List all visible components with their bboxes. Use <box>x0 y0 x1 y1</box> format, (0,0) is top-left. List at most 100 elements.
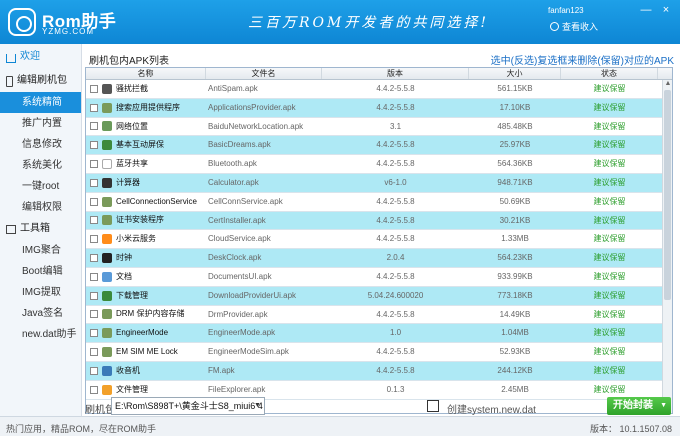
row-checkbox[interactable] <box>90 235 98 244</box>
row-checkbox[interactable] <box>90 385 98 394</box>
table-row[interactable]: 搜索应用提供程序 ApplicationsProvider.apk 4.4.2-5.… <box>86 98 672 118</box>
cell-file: BaiduNetworkLocation.apk <box>208 121 304 131</box>
scroll-thumb[interactable] <box>664 90 671 300</box>
row-checkbox[interactable] <box>90 178 98 187</box>
row-checkbox[interactable] <box>90 122 98 131</box>
table-row[interactable]: 小米云服务 CloudService.apk 4.4.2-5.5.8 1.33MB 建议… <box>86 230 672 250</box>
toolbox-icon <box>6 224 16 234</box>
minimize-button[interactable]: — <box>640 4 652 16</box>
app-name: CellConnectionService <box>116 196 197 206</box>
sidebar: 欢迎 编辑刷机包 系统精简 推广内置 信息修改 系统美化 一键root 编辑权限… <box>0 44 82 416</box>
app-icon <box>102 253 112 264</box>
column-header-name[interactable]: 名称 <box>86 68 206 79</box>
cell-status: 建议保留 <box>593 102 626 112</box>
row-checkbox[interactable] <box>90 291 98 300</box>
cell-version: v6-1.0 <box>384 177 407 187</box>
cell-file: DocumentsUI.apk <box>208 271 272 281</box>
cell-size: 1.33MB <box>501 234 529 244</box>
package-path-select[interactable]: E:\Rom\S898T+\黄金斗士S8_miui6 4 ▼ <box>111 397 265 415</box>
row-checkbox[interactable] <box>90 84 98 93</box>
sidebar-item-info-edit[interactable]: 信息修改 <box>0 134 81 155</box>
cell-version: 4.4.2-5.5.8 <box>376 347 415 357</box>
row-checkbox[interactable] <box>90 197 98 206</box>
table-row[interactable]: EngineerMode EngineerMode.apk 1.0 1.04MB 建议保… <box>86 324 672 344</box>
sidebar-item-promo-builtin[interactable]: 推广内置 <box>0 113 81 134</box>
create-new-dat-checkbox[interactable] <box>427 400 439 412</box>
table-row[interactable]: 收音机 FM.apk 4.4.2-5.5.8 244.12KB 建议保留 <box>86 361 672 381</box>
sidebar-item-root[interactable]: 一键root <box>0 176 81 197</box>
table-row[interactable]: 骚扰拦截 AntiSpam.apk 4.4.2-5.5.8 561.15KB 建议保留 <box>86 80 672 99</box>
table-row[interactable]: 基本互动屏保 BasicDreams.apk 4.4.2-5.5.8 25.97KB 建… <box>86 136 672 156</box>
cell-name: 小米云服务 <box>86 230 206 248</box>
sidebar-item-newdat[interactable]: new.dat助手 <box>0 324 81 345</box>
sidebar-item-boot-edit[interactable]: Boot编辑 <box>0 261 81 282</box>
table-row[interactable]: DRM 保护内容存储 DrmProvider.apk 4.4.2-5.5.8 14.4… <box>86 305 672 325</box>
cell-version: 4.4.2-5.5.8 <box>376 196 415 206</box>
column-header-status[interactable]: 状态 <box>561 68 658 79</box>
app-icon <box>102 196 112 207</box>
row-checkbox[interactable] <box>90 366 98 375</box>
cell-version: 4.4.2-5.5.8 <box>376 365 415 375</box>
row-checkbox[interactable] <box>90 103 98 112</box>
row-checkbox[interactable] <box>90 216 98 225</box>
table-body: 骚扰拦截 AntiSpam.apk 4.4.2-5.5.8 561.15KB 建议保留搜… <box>86 80 672 400</box>
cell-status: 建议保留 <box>593 196 626 206</box>
sidebar-item-img-merge[interactable]: IMG聚合 <box>0 240 81 261</box>
table-row[interactable]: CellConnectionService CellConnService.apk… <box>86 192 672 212</box>
username: fanfan123 <box>548 6 584 15</box>
row-checkbox[interactable] <box>90 329 98 338</box>
sidebar-item-permissions[interactable]: 编辑权限 <box>0 197 81 218</box>
row-checkbox[interactable] <box>90 254 98 263</box>
cell-file: EngineerMode.apk <box>208 328 276 338</box>
row-checkbox[interactable] <box>90 310 98 319</box>
chevron-down-icon[interactable]: ▼ <box>660 397 667 415</box>
table-row[interactable]: EM SIM ME Lock EngineerModeSim.apk 4.4.2-5… <box>86 343 672 362</box>
cell-status: 建议保留 <box>593 347 626 357</box>
view-income-button[interactable]: 查看收入 <box>550 20 598 33</box>
cell-status: 建议保留 <box>593 177 626 187</box>
cell-file: DeskClock.apk <box>208 253 262 263</box>
app-name: 文档 <box>116 271 132 281</box>
cell-name: 时钟 <box>86 249 206 267</box>
scroll-up-icon[interactable]: ▲ <box>664 80 672 88</box>
row-checkbox[interactable] <box>90 160 98 169</box>
cell-name: EM SIM ME Lock <box>86 343 206 361</box>
row-checkbox[interactable] <box>90 348 98 357</box>
app-name: 收音机 <box>116 365 140 375</box>
sidebar-item-java-sign[interactable]: Java签名 <box>0 303 81 324</box>
row-checkbox[interactable] <box>90 272 98 281</box>
table-row[interactable]: 计算器 Calculator.apk v6-1.0 948.71KB 建议保留 <box>86 173 672 193</box>
column-header-version[interactable]: 版本 <box>322 68 469 79</box>
app-icon <box>102 140 112 151</box>
sidebar-welcome[interactable]: 欢迎 <box>0 44 81 70</box>
app-name: 小米云服务 <box>116 234 156 244</box>
row-checkbox[interactable] <box>90 141 98 150</box>
sidebar-group-label: 工具箱 <box>20 223 50 234</box>
cell-name: 搜索应用提供程序 <box>86 99 206 117</box>
window-controls: — × <box>640 4 672 16</box>
app-icon <box>102 234 112 245</box>
cell-name: CellConnectionService <box>86 193 206 211</box>
close-button[interactable]: × <box>660 4 672 16</box>
sidebar-item-img-extract[interactable]: IMG提取 <box>0 282 81 303</box>
column-header-size[interactable]: 大小 <box>469 68 561 79</box>
sidebar-item-system-slim[interactable]: 系统精简 <box>0 92 81 113</box>
table-scrollbar[interactable]: ▲ ▼ <box>662 80 672 413</box>
app-name: 骚扰拦截 <box>116 83 148 93</box>
table-row[interactable]: 蓝牙共享 Bluetooth.apk 4.4.2-5.5.8 564.36KB 建议保留 <box>86 155 672 174</box>
table-row[interactable]: 证书安装程序 CertInstaller.apk 4.4.2-5.5.8 30.21K… <box>86 211 672 231</box>
start-pack-button[interactable]: 开始封装 ▼ <box>607 397 671 415</box>
table-row[interactable]: 网络位置 BaiduNetworkLocation.apk 3.1 485.48KB 建… <box>86 117 672 137</box>
main-panel: 刷机包内APK列表 选中(反选)复选框来删除(保留)对应的APK 名称 文件名 … <box>83 44 680 416</box>
cell-version: 4.4.2-5.5.8 <box>376 309 415 319</box>
table-row[interactable]: 文档 DocumentsUI.apk 4.4.2-5.5.8 933.99KB 建议保留 <box>86 267 672 287</box>
column-header-file[interactable]: 文件名 <box>206 68 322 79</box>
page-title: 刷机包内APK列表 <box>89 56 170 67</box>
package-path-value: E:\Rom\S898T+\黄金斗士S8_miui6 4 <box>115 401 263 411</box>
sidebar-item-beautify[interactable]: 系统美化 <box>0 155 81 176</box>
cell-version: 4.4.2-5.5.8 <box>376 140 415 150</box>
cell-file: Bluetooth.apk <box>208 159 257 169</box>
table-row[interactable]: 下载管理 DownloadProviderUi.apk 5.04.24.600020… <box>86 286 672 306</box>
cell-name: EngineerMode <box>86 324 206 342</box>
table-row[interactable]: 时钟 DeskClock.apk 2.0.4 564.23KB 建议保留 <box>86 249 672 268</box>
